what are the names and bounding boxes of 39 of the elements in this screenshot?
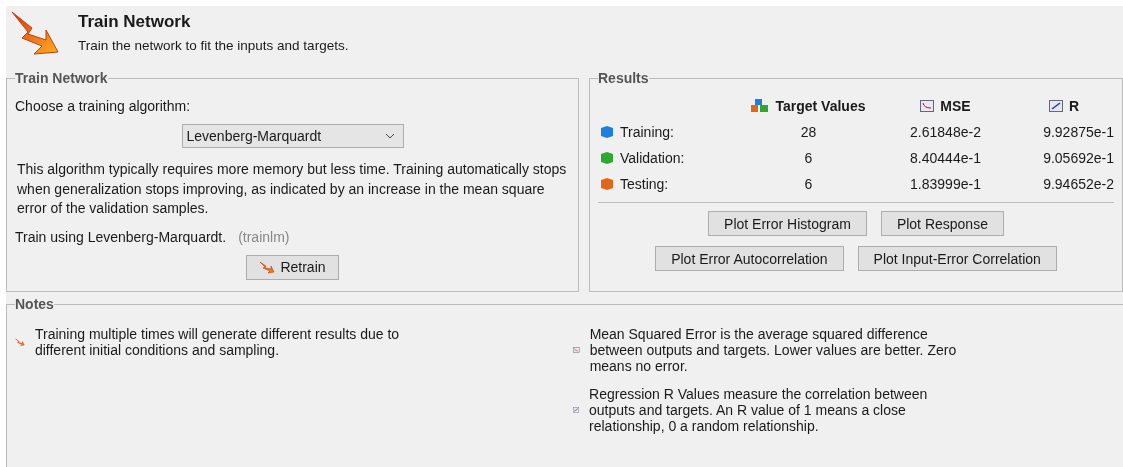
- plot-button[interactable]: Plot Error Autocorrelation: [655, 246, 844, 271]
- row-label: Testing:: [620, 176, 669, 192]
- table-cell: 6: [804, 176, 813, 192]
- note-text: Regression R Values measure the correlation between outputs and targets. An R value of 1 means a close relationship, 0 a random relationship.: [589, 386, 929, 434]
- page-title: Train Network: [78, 12, 192, 32]
- table-cell: 1.83999e-1: [910, 176, 981, 192]
- column-header: Target Values: [740, 98, 877, 114]
- column-header: MSE: [877, 98, 1014, 114]
- arrow-icon: [259, 260, 276, 275]
- plot-button[interactable]: Plot Response: [880, 211, 1004, 236]
- retrain-button[interactable]: Retrain: [246, 254, 339, 280]
- table-cell: 2.61848e-2: [910, 124, 981, 140]
- error-curve-icon: [920, 100, 935, 112]
- panel-title: Results: [598, 70, 649, 86]
- cubes-icon: [751, 99, 770, 113]
- note-text: Training multiple times will generate different results due to different initial conditions and sampling.: [34, 326, 401, 358]
- plot-button[interactable]: Plot Input-Error Correlation: [857, 246, 1057, 271]
- row-label: Training:: [620, 124, 674, 140]
- algorithm-description: This algorithm typically requires more memory but less time. Training automatically stops when generalization stops improving, as indicated by an increase in the mean square error of the validation samples.: [17, 160, 568, 219]
- page-subtitle: Train the network to fit the inputs and targets.: [78, 38, 349, 53]
- regression-line-icon: [573, 404, 580, 416]
- algorithm-dropdown[interactable]: Levenberg-Marquardt: [181, 124, 404, 148]
- plot-button[interactable]: Plot Error Histogram: [708, 211, 867, 236]
- error-curve-icon: [573, 344, 580, 356]
- panel-title: Notes: [15, 296, 54, 312]
- table-cell: 9.05692e-1: [1043, 150, 1114, 166]
- table-cell: 9.92875e-1: [1043, 124, 1114, 140]
- note-text: Mean Squared Error is the average squared difference between outputs and targets. Lower values are better. Zero means no error.: [589, 326, 958, 374]
- table-cell: 28: [800, 124, 817, 140]
- panel-title: Train Network: [15, 70, 108, 86]
- regression-line-icon: [1048, 100, 1063, 112]
- row-label: Validation:: [620, 150, 685, 166]
- prompt-label: Choose a training algorithm:: [15, 98, 192, 114]
- table-cell: 6: [804, 150, 813, 166]
- table-cell: 8.40444e-1: [910, 150, 981, 166]
- chevron-down-icon: [384, 133, 395, 139]
- train-using-label: Train using Levenberg-Marquardt. (trainlm): [15, 228, 291, 245]
- column-header: R: [1014, 98, 1114, 114]
- table-cell: 9.94652e-2: [1043, 176, 1114, 192]
